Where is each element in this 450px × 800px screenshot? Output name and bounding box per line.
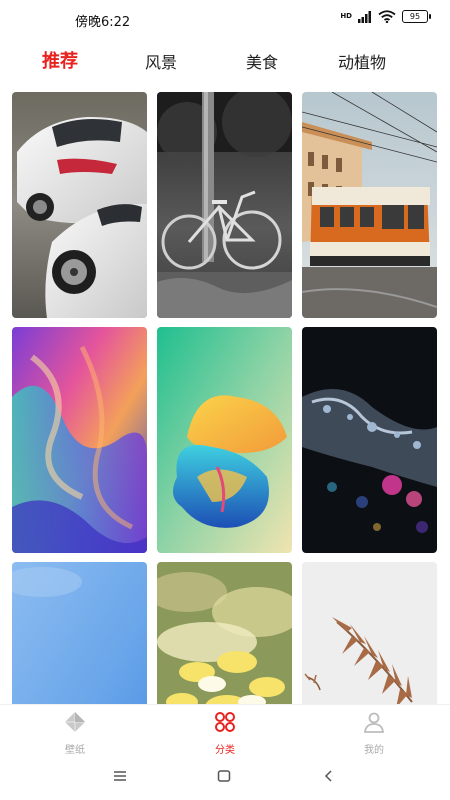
- nav-label-profile: 我的: [364, 745, 384, 756]
- back-icon[interactable]: [322, 768, 336, 787]
- tab-animals-plants[interactable]: 动植物: [338, 49, 386, 73]
- wallpaper-icon: [64, 711, 86, 737]
- wallpaper-thumbnail[interactable]: [302, 327, 437, 553]
- profile-icon: [363, 711, 385, 737]
- wallpaper-thumbnail[interactable]: [302, 562, 437, 704]
- wallpaper-thumbnail[interactable]: [157, 92, 292, 318]
- wifi-icon: [378, 10, 396, 23]
- status-bar: 傍晚6:22 HD 95: [0, 0, 450, 40]
- wallpaper-thumbnail[interactable]: [12, 327, 147, 553]
- hd-network-icon: HD: [340, 12, 352, 20]
- nav-item-category[interactable]: 分类: [185, 711, 265, 756]
- wallpaper-thumbnail[interactable]: [157, 562, 292, 704]
- tab-recommended[interactable]: 推荐: [42, 47, 78, 73]
- category-tabs: 推荐 风景 美食 动植物: [0, 46, 450, 76]
- nav-label-category: 分类: [215, 745, 235, 756]
- system-nav-bar: [0, 758, 450, 800]
- tab-scenery[interactable]: 风景: [145, 49, 177, 73]
- home-icon[interactable]: [217, 768, 231, 787]
- tab-food[interactable]: 美食: [246, 49, 278, 73]
- wallpaper-thumbnail[interactable]: [12, 562, 147, 704]
- signal-icon: [358, 10, 372, 23]
- wallpaper-thumbnail[interactable]: [157, 327, 292, 553]
- nav-item-wallpaper[interactable]: 壁纸: [35, 711, 115, 756]
- wallpaper-grid: [12, 92, 438, 704]
- nav-item-profile[interactable]: 我的: [334, 711, 414, 756]
- status-time: 傍晚6:22: [75, 15, 131, 30]
- wallpaper-thumbnail[interactable]: [302, 92, 437, 318]
- status-icons: HD 95: [340, 10, 431, 23]
- nav-label-wallpaper: 壁纸: [65, 745, 85, 756]
- bottom-nav: 壁纸 分类 我的: [0, 704, 450, 758]
- wallpaper-thumbnail[interactable]: [12, 92, 147, 318]
- battery-icon: 95: [402, 10, 431, 23]
- menu-icon[interactable]: [113, 768, 127, 787]
- category-icon: [214, 711, 236, 737]
